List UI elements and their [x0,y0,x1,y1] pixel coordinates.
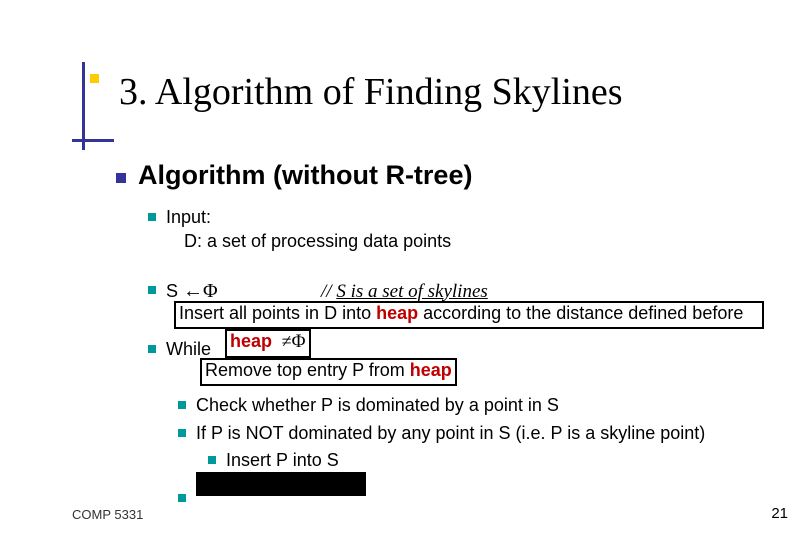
assign-rhs: Φ [203,280,218,302]
bullet-icon [116,173,126,183]
title-decoration [72,62,116,150]
step-insert-row: Insert P into S [110,448,770,472]
title-area: 3. Algorithm of Finding Skylines [72,62,752,150]
input-line: D: a set of processing data points [166,231,451,251]
box-while-cond: heap ≠Φ [225,329,311,358]
bullet-icon [178,494,186,502]
footer-course-code: COMP 5331 [72,507,143,522]
box-remove-top: Remove top entry P from heap [200,358,457,386]
step-check: Check whether P is dominated by a point … [196,395,559,415]
step-insert: Insert P into S [226,450,339,470]
step-if: If P is NOT dominated by any point in S … [196,423,705,443]
box-insert-heap: Insert all points in D into heap accordi… [174,301,764,329]
input-block: Input: D: a set of processing data point… [110,205,770,254]
heap-keyword: heap [230,331,272,351]
step-if-row: If P is NOT dominated by any point in S … [110,421,770,445]
slide: 3. Algorithm of Finding Skylines Algorit… [0,0,810,540]
while-word: While [166,339,211,359]
title-bar-vertical [82,62,85,150]
step-check-row: Check whether P is dominated by a point … [110,393,770,417]
footer-page-number: 21 [771,505,788,522]
bullet-icon [148,213,156,221]
assign-lhs: S [166,281,178,301]
bullet-icon [178,401,186,409]
heap-keyword: heap [376,303,418,323]
bullet-icon [178,429,186,437]
title-bar-horizontal [72,139,114,142]
phi-symbol: Φ [292,331,306,352]
heap-keyword: heap [410,360,452,380]
assign-arrow: ← [183,280,203,302]
slide-title: 3. Algorithm of Finding Skylines [119,70,623,114]
bullet-icon [208,456,216,464]
input-label: Input: [166,207,211,227]
bullet-icon [148,345,156,353]
content-area: Algorithm (without R-tree) Input: D: a s… [110,160,770,498]
neq-symbol: ≠ [282,331,292,351]
black-redaction-box [196,472,366,496]
assign-comment: // S is a set of skylines [321,281,488,302]
title-dot-icon [90,74,99,83]
algorithm-heading: Algorithm (without R-tree) [138,160,472,190]
heading-row: Algorithm (without R-tree) [110,160,770,191]
bullet-icon [148,286,156,294]
